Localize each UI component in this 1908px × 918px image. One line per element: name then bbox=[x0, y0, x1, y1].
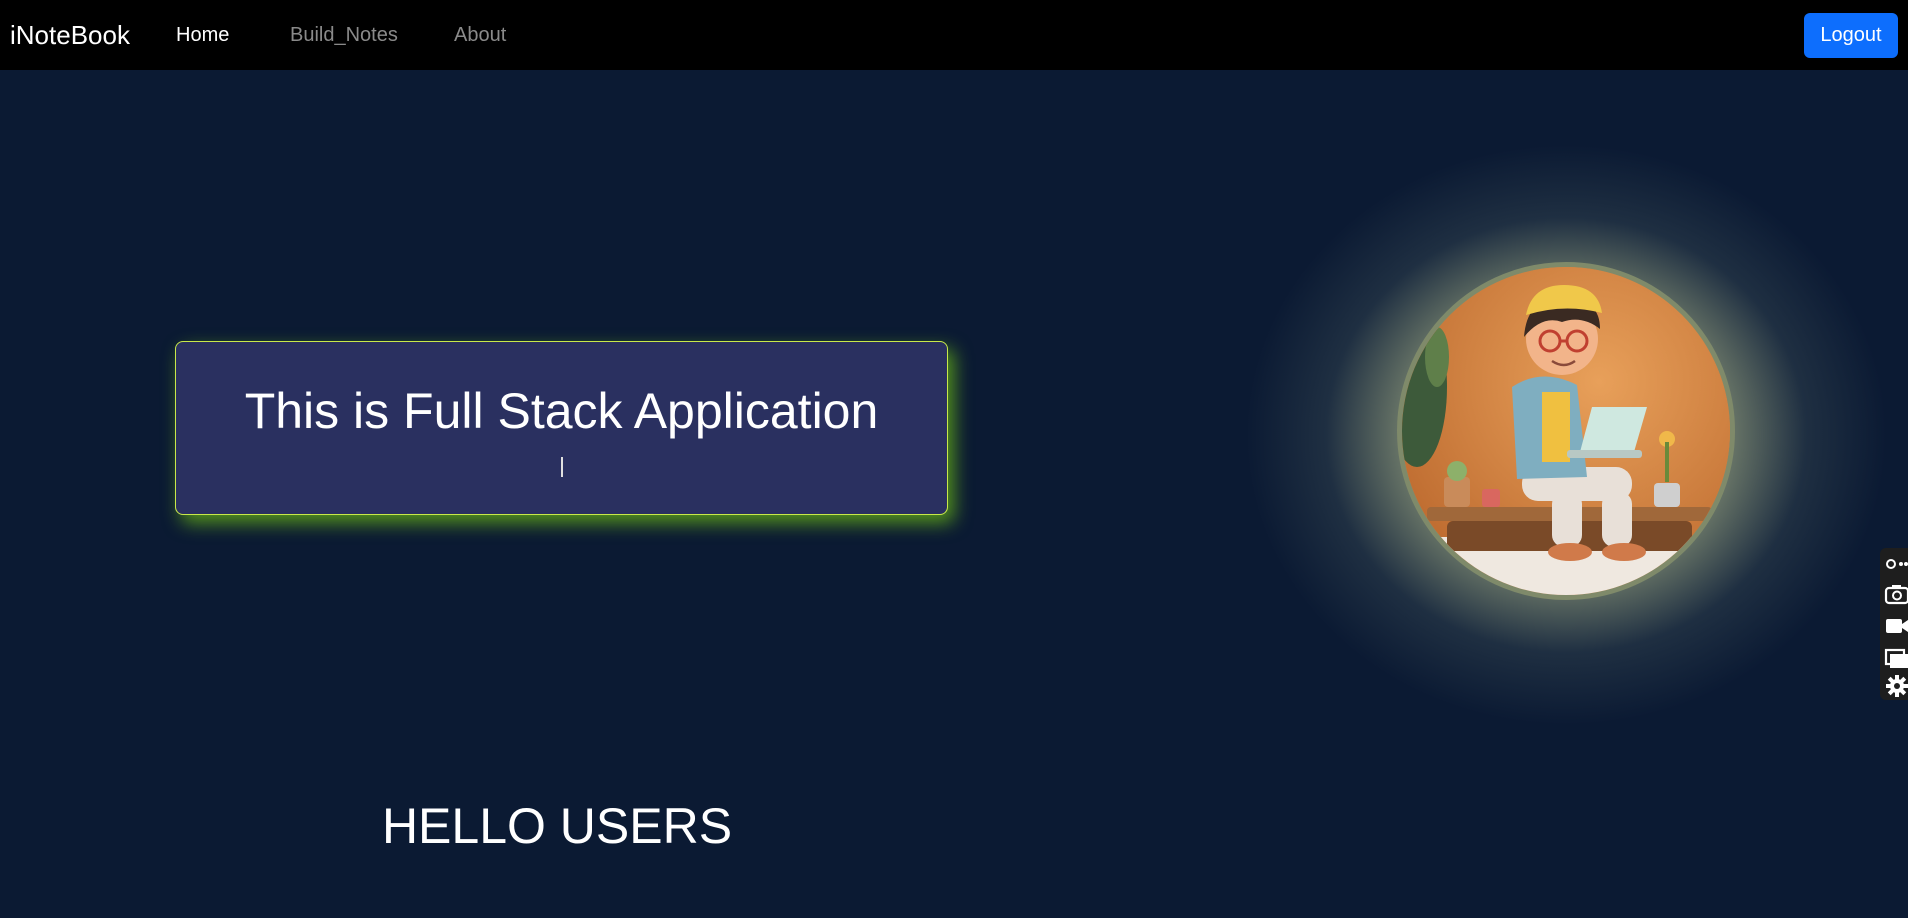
gear-icon[interactable] bbox=[1884, 674, 1908, 698]
navbar: iNoteBook Home Build_Notes About Logout bbox=[0, 0, 1908, 70]
hero-card: This is Full Stack Application bbox=[175, 341, 948, 515]
developer-avatar-illustration bbox=[1402, 267, 1730, 595]
avatar bbox=[1397, 262, 1735, 600]
screen-capture-toolbar bbox=[1880, 548, 1908, 700]
nav-link-build-notes[interactable]: Build_Notes bbox=[290, 24, 398, 47]
logout-button[interactable]: Logout bbox=[1804, 13, 1898, 58]
text-cursor bbox=[561, 457, 563, 477]
greeting-heading: HELLO USERS bbox=[381, 798, 733, 854]
hero-title: This is Full Stack Application bbox=[244, 383, 879, 439]
video-icon[interactable] bbox=[1884, 614, 1908, 638]
nav-link-about[interactable]: About bbox=[454, 24, 506, 47]
nav-link-home[interactable]: Home bbox=[176, 24, 229, 47]
link-icon[interactable] bbox=[1884, 552, 1908, 576]
camera-icon[interactable] bbox=[1884, 582, 1908, 606]
brand-logo[interactable]: iNoteBook bbox=[10, 20, 130, 51]
window-icon[interactable] bbox=[1884, 646, 1908, 670]
